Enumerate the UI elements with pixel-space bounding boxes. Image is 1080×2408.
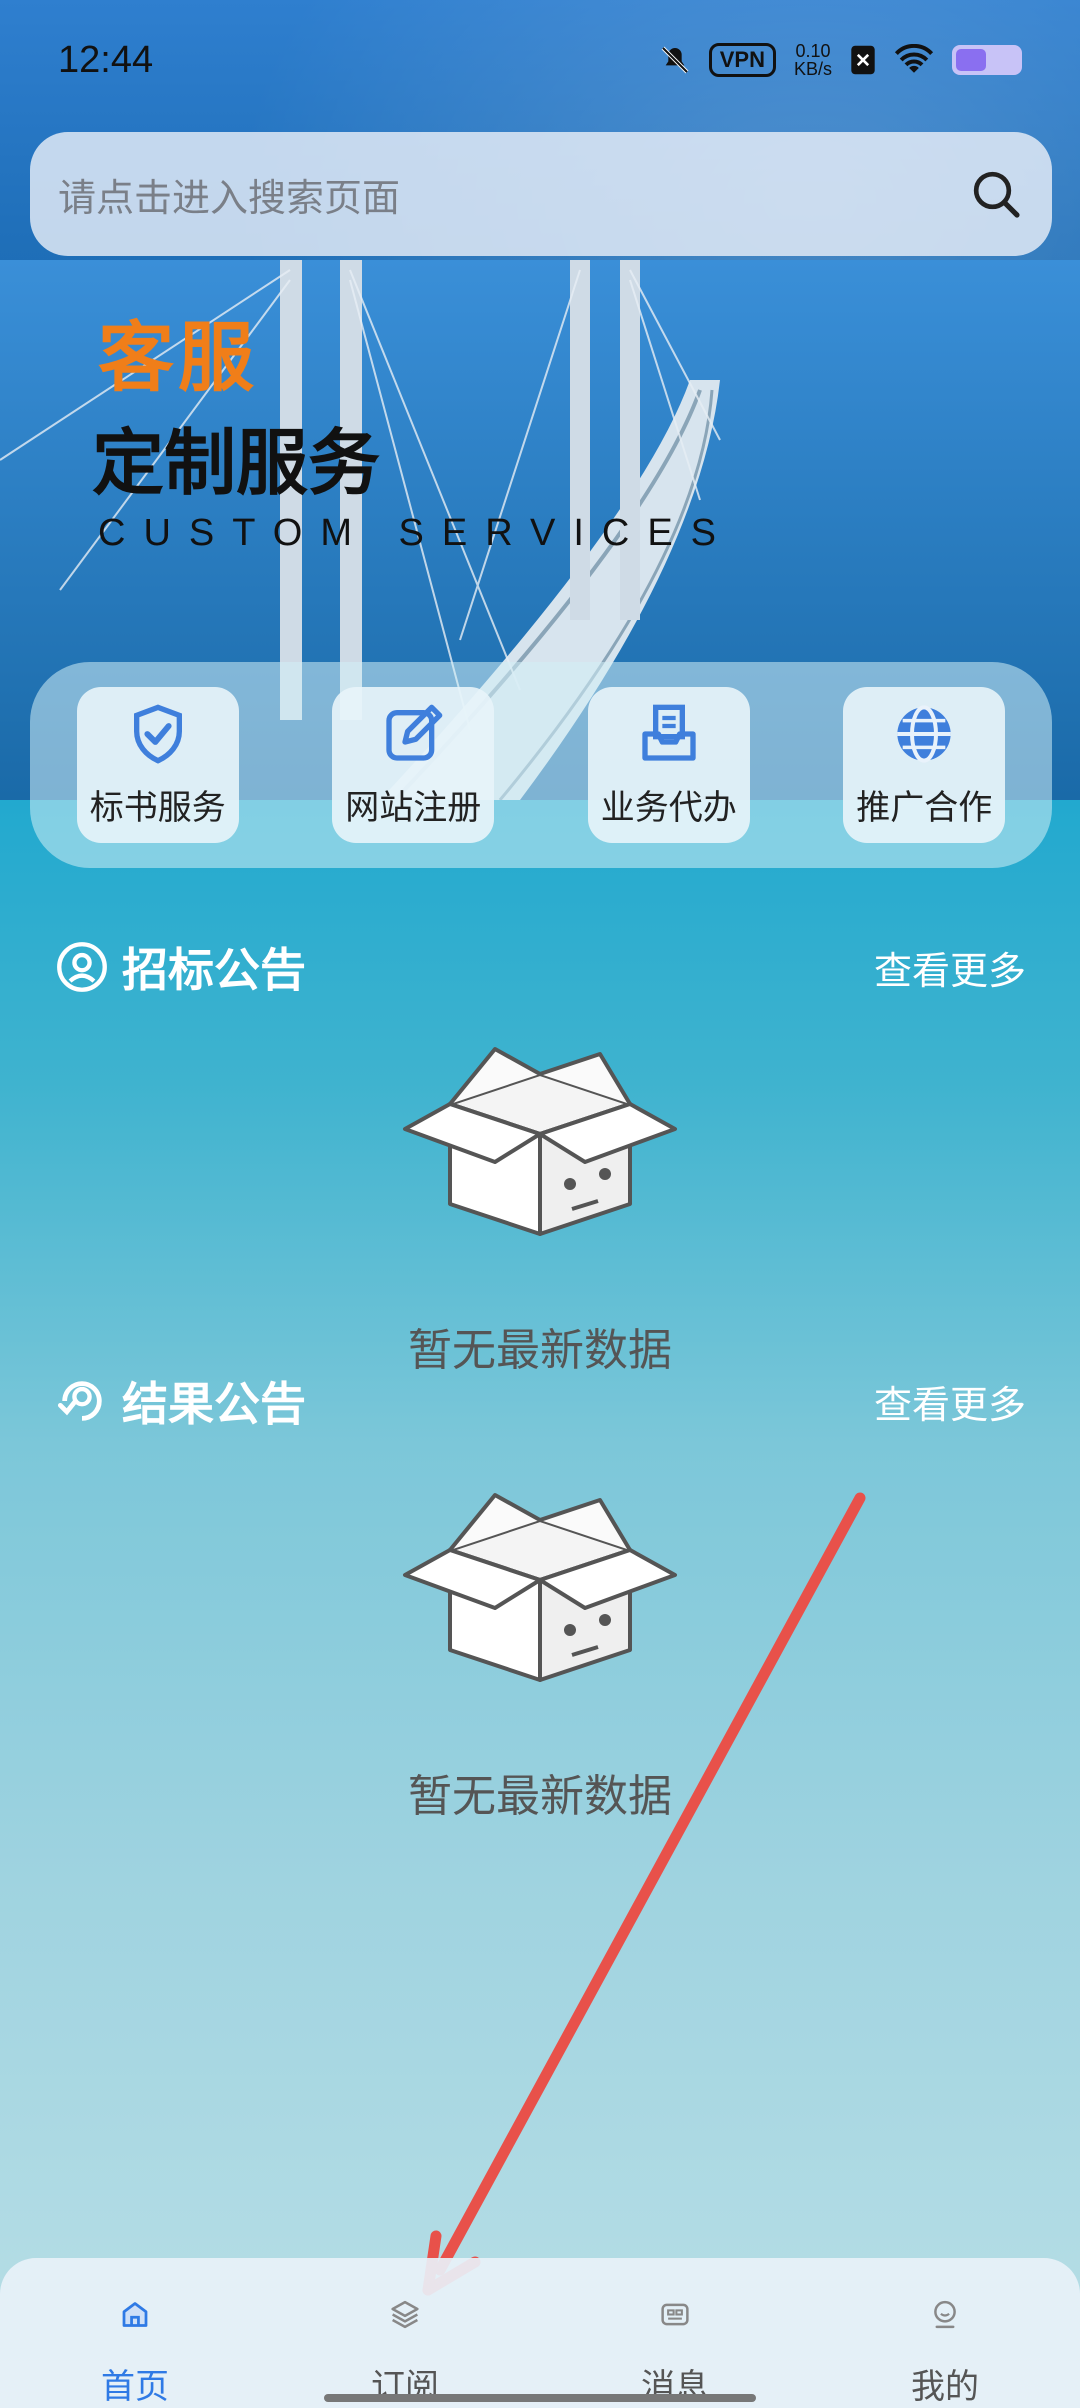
network-speed-value: 0.10 — [795, 41, 831, 61]
vpn-badge: VPN — [708, 43, 776, 77]
tab-profile[interactable]: 我的 — [810, 2258, 1080, 2408]
search-bar[interactable]: 请点击进入搜索页面 — [30, 132, 1052, 256]
search-placeholder: 请点击进入搜索页面 — [58, 175, 401, 220]
layers-icon — [391, 2300, 419, 2329]
document-stack-icon — [642, 704, 696, 761]
sim-icon — [851, 45, 875, 75]
quick-action-label: 业务代办 — [600, 787, 737, 828]
tab-subscribe[interactable]: 订阅 — [270, 2258, 540, 2408]
view-more-link[interactable]: 查看更多 — [874, 940, 1026, 995]
status-time: 12:44 — [58, 38, 154, 81]
banner-subtitle: CUSTOM SERVICES — [98, 512, 735, 554]
message-icon — [661, 2303, 689, 2326]
tab-home[interactable]: 首页 — [0, 2258, 270, 2408]
empty-box-icon — [403, 1493, 677, 1682]
quick-actions-panel: 标书服务 网站注册 业务代办 推广合作 — [30, 662, 1052, 868]
view-more-link[interactable]: 查看更多 — [874, 1374, 1026, 1429]
empty-box-icon — [403, 1047, 677, 1236]
search-person-icon — [57, 942, 107, 992]
battery-icon — [952, 45, 1022, 75]
quick-action-bid-service[interactable]: 标书服务 — [76, 687, 239, 843]
shield-check-icon — [133, 703, 182, 764]
mute-bell-icon — [661, 46, 689, 74]
home-indicator — [324, 2394, 756, 2402]
quick-action-promotion[interactable]: 推广合作 — [843, 687, 1006, 843]
edit-icon — [386, 704, 443, 761]
quick-action-label: 推广合作 — [856, 787, 993, 828]
empty-state-text: 暂无最新数据 — [408, 1771, 672, 1822]
tab-label: 首页 — [101, 2367, 169, 2407]
network-speed-unit: KB/s — [793, 59, 832, 79]
network-speed: 0.10 KB/s — [794, 42, 832, 78]
empty-state: 暂无最新数据 — [0, 1480, 1080, 1824]
banner-title: 定制服务 — [92, 421, 381, 505]
banner-title-orange: 客服 — [98, 313, 258, 402]
quick-action-label: 网站注册 — [345, 787, 482, 828]
quick-action-business-agent[interactable]: 业务代办 — [587, 687, 750, 843]
empty-state: 暂无最新数据 — [0, 1034, 1080, 1378]
bottom-tab-bar: 首页 订阅 消息 我的 — [0, 2258, 1080, 2408]
tab-messages[interactable]: 消息 — [540, 2258, 810, 2408]
section-header-tender: 招标公告 查看更多 — [56, 934, 1026, 1000]
quick-action-label: 标书服务 — [89, 787, 226, 828]
quick-action-site-register[interactable]: 网站注册 — [332, 687, 495, 843]
home-icon — [122, 2302, 148, 2327]
status-bar: 12:44 VPN 0.10 KB/s — [0, 0, 1080, 120]
result-icon — [57, 1381, 102, 1421]
tab-label: 我的 — [911, 2367, 979, 2407]
wifi-icon — [894, 44, 934, 73]
profile-icon — [934, 2300, 956, 2329]
globe-icon — [897, 704, 951, 763]
section-title: 招标公告 — [122, 943, 306, 997]
section-title: 结果公告 — [122, 1377, 306, 1431]
section-header-result: 结果公告 查看更多 — [56, 1368, 1026, 1434]
search-icon[interactable] — [968, 166, 1024, 222]
